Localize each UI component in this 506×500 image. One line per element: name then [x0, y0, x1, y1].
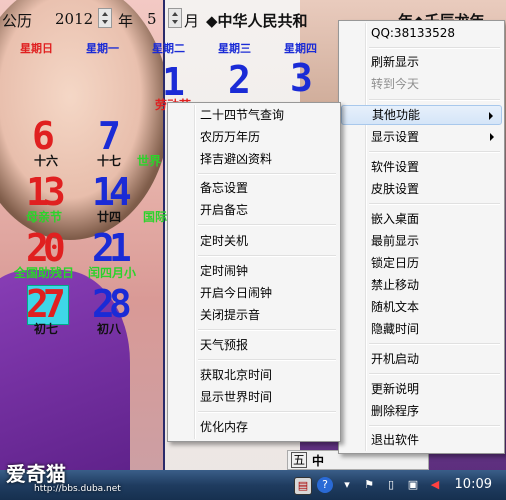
tray-device-icon[interactable]: ▯ — [383, 477, 399, 493]
menu-qq[interactable]: QQ:38133528 — [341, 23, 502, 43]
submenu-perpetual-calendar[interactable]: 农历万年历 — [170, 127, 338, 147]
submenu-world-time[interactable]: 显示世界时间 — [170, 387, 338, 407]
submenu-today-alarm[interactable]: 开启今日闹钟 — [170, 283, 338, 303]
weekday-tuesday: 星期二 — [152, 42, 185, 55]
month-spinner[interactable] — [168, 8, 182, 28]
year-unit: 年 — [118, 12, 134, 30]
ime-label[interactable]: 五 — [291, 452, 308, 468]
menu-lock-calendar[interactable]: 锁定日历 — [341, 253, 502, 273]
calendar-type-label: 公历 — [2, 12, 33, 30]
day-21[interactable]: 21 — [92, 228, 132, 268]
menu-other-functions[interactable]: 其他功能 — [341, 105, 502, 125]
menu-random-text[interactable]: 随机文本 — [341, 297, 502, 317]
submenu-weather[interactable]: 天气预报 — [170, 335, 338, 355]
submenu-timed-shutdown[interactable]: 定时关机 — [170, 231, 338, 251]
menu-software-settings[interactable]: 软件设置 — [341, 157, 502, 177]
year-spinner[interactable] — [98, 8, 112, 28]
submenu-optimize-memory[interactable]: 优化内存 — [170, 417, 338, 437]
year-value: 2012 — [55, 10, 94, 28]
day-20[interactable]: 20 — [26, 228, 66, 268]
tray-flag-icon[interactable]: ⚑ — [361, 477, 377, 493]
weekday-wednesday: 星期三 — [218, 42, 251, 55]
menu-refresh[interactable]: 刷新显示 — [341, 52, 502, 72]
submenu-beijing-time[interactable]: 获取北京时间 — [170, 365, 338, 385]
menu-update-notes[interactable]: 更新说明 — [341, 379, 502, 399]
lunar-day-7: 十七 — [97, 154, 122, 168]
lunar-day-14: 廿四 — [97, 210, 122, 224]
tray-ime-icon[interactable]: ▤ — [294, 477, 312, 495]
main-context-menu: QQ:38133528 刷新显示 转到今天 其他功能 显示设置 软件设置 皮肤设… — [338, 20, 505, 454]
tray-arrow-icon[interactable]: ▾ — [339, 477, 355, 493]
menu-uninstall[interactable]: 删除程序 — [341, 401, 502, 421]
day-2[interactable]: 2 — [228, 60, 251, 100]
weekday-sunday: 星期日 — [20, 42, 53, 55]
day-28[interactable]: 28 — [92, 284, 132, 324]
lunar-day-28: 初八 — [97, 322, 122, 336]
other-functions-submenu: 二十四节气查询 农历万年历 择吉避凶资料 备忘设置 开启备忘 定时关机 定时闹钟… — [167, 102, 341, 442]
menu-topmost[interactable]: 最前显示 — [341, 231, 502, 251]
day-3[interactable]: 3 — [290, 58, 313, 98]
tray-network-icon[interactable]: ▣ — [405, 477, 421, 493]
submenu-solar-terms[interactable]: 二十四节气查询 — [170, 105, 338, 125]
watermark-logo: 爱奇猫 http://bbs.duba.net — [6, 458, 121, 494]
menu-display-settings-label: 显示设置 — [371, 130, 420, 144]
calendar-title: ◆中华人民共和 — [206, 12, 308, 30]
lunar-day-27: 初七 — [34, 322, 59, 336]
submenu-memo-settings[interactable]: 备忘设置 — [170, 178, 338, 198]
festival-disabled-day: 全国助残日 — [14, 266, 75, 280]
weekday-thursday: 星期四 — [284, 42, 317, 55]
watermark-text: 爱奇猫 — [6, 462, 66, 486]
day-13[interactable]: 13 — [26, 172, 66, 212]
month-unit: 月 — [184, 12, 200, 30]
menu-exit[interactable]: 退出软件 — [341, 430, 502, 450]
tray-help-icon[interactable]: ? — [317, 477, 333, 493]
menu-display-settings[interactable]: 显示设置 — [341, 127, 502, 147]
submenu-arrow-icon — [490, 133, 494, 141]
submenu-open-memo[interactable]: 开启备忘 — [170, 200, 338, 220]
month-value: 5 — [147, 10, 157, 28]
lunar-month-label: 闰四月小 — [88, 266, 137, 280]
menu-embed-desktop[interactable]: 嵌入桌面 — [341, 209, 502, 229]
taskbar-clock[interactable]: 10:09 — [455, 477, 492, 492]
menu-no-move[interactable]: 禁止移动 — [341, 275, 502, 295]
day-27[interactable]: 27 — [26, 284, 66, 324]
menu-other-functions-label: 其他功能 — [372, 108, 421, 122]
festival-world: 世界 — [137, 154, 162, 168]
day-14[interactable]: 14 — [92, 172, 132, 212]
tray-volume-icon[interactable]: ◀ — [427, 477, 443, 493]
menu-goto-today[interactable]: 转到今天 — [341, 74, 502, 94]
submenu-auspicious[interactable]: 择吉避凶资料 — [170, 149, 338, 169]
submenu-timed-alarm[interactable]: 定时闹钟 — [170, 261, 338, 281]
menu-autostart[interactable]: 开机启动 — [341, 349, 502, 369]
festival-mothers-day: 母亲节 — [26, 210, 63, 224]
lunar-day-6: 十六 — [34, 154, 59, 168]
watermark-url: http://bbs.duba.net — [34, 484, 121, 494]
menu-skin-settings[interactable]: 皮肤设置 — [341, 179, 502, 199]
day-7[interactable]: 7 — [98, 116, 121, 156]
submenu-arrow-icon — [489, 112, 493, 120]
day-6[interactable]: 6 — [32, 116, 55, 156]
festival-national: 国际 — [143, 210, 168, 224]
menu-hide-time[interactable]: 隐藏时间 — [341, 319, 502, 339]
submenu-close-sound[interactable]: 关闭提示音 — [170, 305, 338, 325]
weekday-monday: 星期一 — [86, 42, 119, 55]
ime-mode[interactable]: 中 — [312, 452, 324, 469]
